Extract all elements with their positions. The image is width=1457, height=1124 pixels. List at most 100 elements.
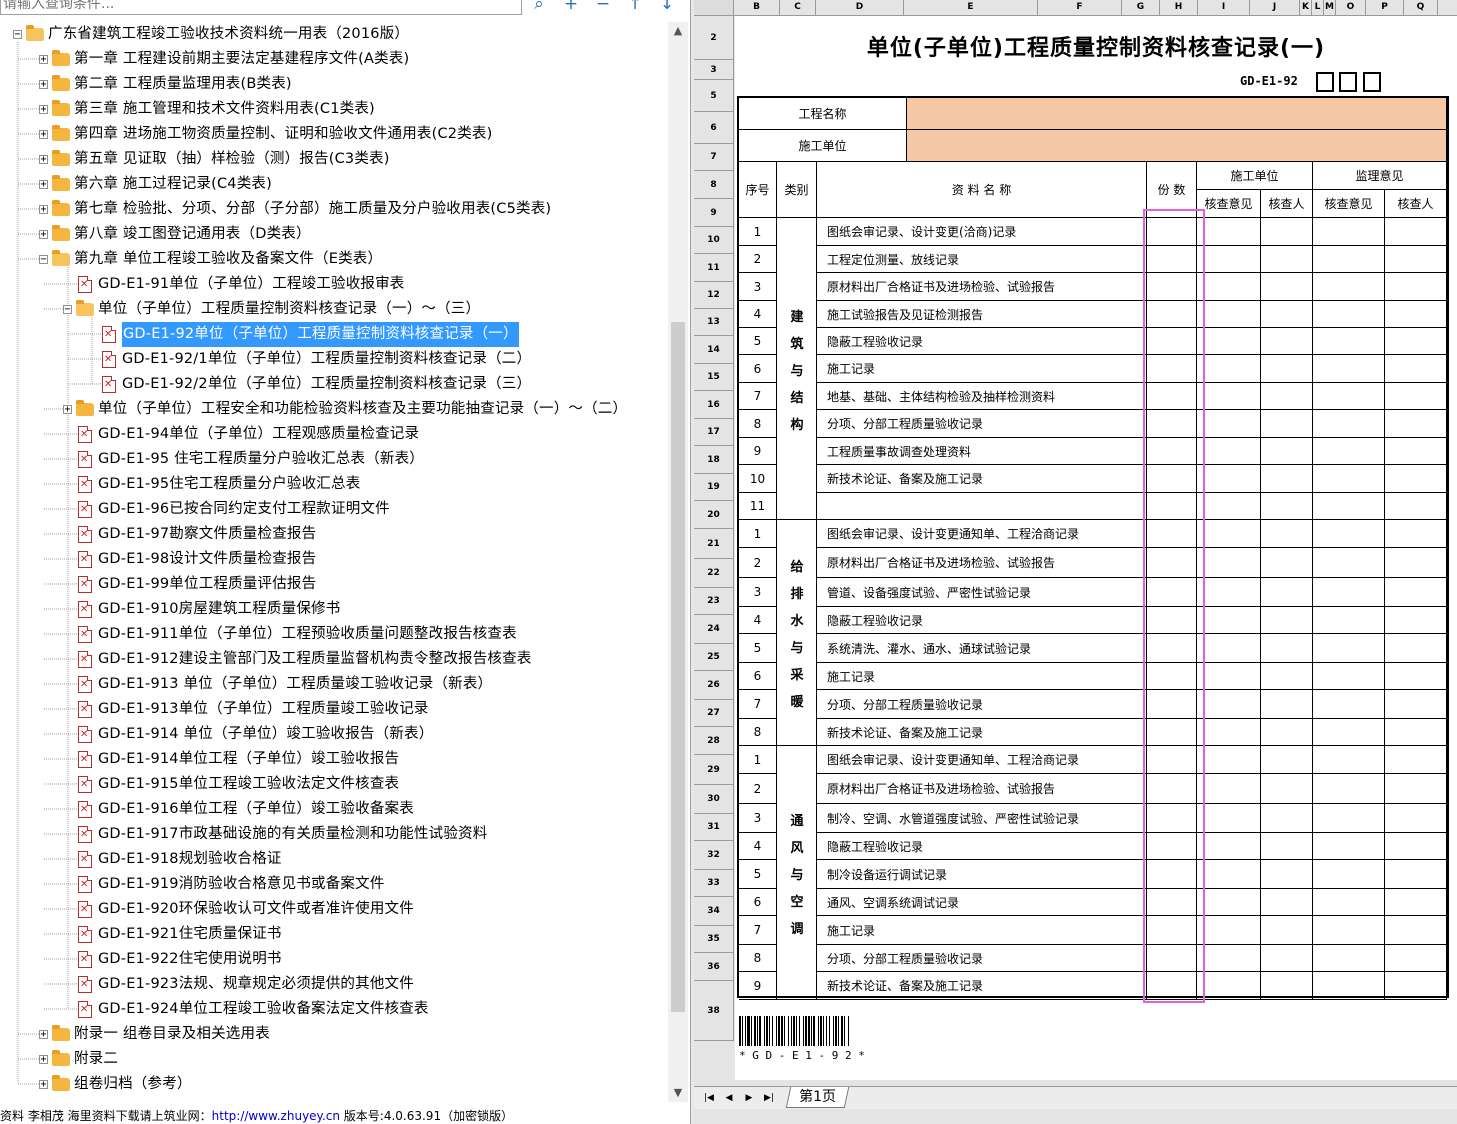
collapse-icon[interactable]: − — [13, 30, 22, 40]
jl-opinion-cell[interactable] — [1313, 746, 1385, 774]
sg-opinion-cell[interactable] — [1197, 218, 1261, 246]
sg-opinion-cell[interactable] — [1197, 634, 1261, 663]
copies-cell[interactable] — [1147, 410, 1197, 438]
sg-opinion-cell[interactable] — [1197, 719, 1261, 746]
scroll-down-arrow-icon[interactable]: ▼ — [668, 1084, 688, 1102]
jl-checker-cell[interactable] — [1385, 273, 1447, 301]
tree-chapter[interactable]: + 第二章 工程质量监理用表(B类表) — [39, 72, 292, 97]
row-header[interactable]: 34 — [694, 897, 734, 926]
tree-file[interactable]: GD-E1-98设计文件质量检查报告 — [78, 547, 316, 572]
tree-file[interactable]: GD-E1-916单位工程（子单位）竣工验收备案表 — [78, 797, 414, 822]
sg-checker-cell[interactable] — [1261, 663, 1313, 690]
copies-cell[interactable] — [1147, 690, 1197, 719]
tree-file[interactable]: GD-E1-919消防验收合格意见书或备案文件 — [78, 872, 385, 897]
tree-file[interactable]: GD-E1-922住宅使用说明书 — [78, 947, 282, 972]
jl-checker-cell[interactable] — [1385, 328, 1447, 355]
select-all-corner[interactable] — [694, 0, 734, 15]
row-header[interactable]: 32 — [694, 841, 734, 870]
tree-file[interactable]: GD-E1-92单位（子单位）工程质量控制资料核查记录（一） — [102, 321, 520, 348]
column-header[interactable]: P — [1366, 0, 1404, 15]
sg-checker-cell[interactable] — [1261, 690, 1313, 719]
row-header[interactable]: 8 — [694, 171, 734, 199]
row-header[interactable]: 3 — [694, 60, 734, 80]
tree-chapter[interactable]: + 第六章 施工过程记录(C4类表) — [39, 172, 272, 197]
row-header[interactable]: 38 — [694, 981, 734, 1041]
row-header[interactable]: 23 — [694, 588, 734, 615]
row-header[interactable]: 14 — [694, 336, 734, 364]
copies-cell[interactable] — [1147, 301, 1197, 328]
tree-file[interactable]: GD-E1-92/2单位（子单位）工程质量控制资料核查记录（三） — [102, 372, 531, 397]
tree-file[interactable]: GD-E1-95 住宅工程质量分户验收汇总表（新表） — [78, 447, 424, 472]
jl-checker-cell[interactable] — [1385, 690, 1447, 719]
row-header[interactable]: 35 — [694, 926, 734, 953]
sg-opinion-cell[interactable] — [1197, 246, 1261, 273]
jl-opinion-cell[interactable] — [1313, 860, 1385, 889]
sg-checker-cell[interactable] — [1261, 218, 1313, 246]
tree-chapter[interactable]: + 第四章 进场施工物资质量控制、证明和验收文件通用表(C2类表) — [39, 122, 492, 147]
jl-opinion-cell[interactable] — [1313, 916, 1385, 945]
sg-opinion-cell[interactable] — [1197, 833, 1261, 860]
sg-checker-cell[interactable] — [1261, 246, 1313, 273]
jl-opinion-cell[interactable] — [1313, 607, 1385, 634]
sg-checker-cell[interactable] — [1261, 438, 1313, 465]
jl-checker-cell[interactable] — [1385, 774, 1447, 804]
row-header[interactable]: 22 — [694, 559, 734, 588]
row-header[interactable]: 15 — [694, 364, 734, 391]
jl-checker-cell[interactable] — [1385, 218, 1447, 246]
row-header[interactable]: 10 — [694, 227, 734, 254]
copies-cell[interactable] — [1147, 607, 1197, 634]
sg-opinion-cell[interactable] — [1197, 493, 1261, 520]
tree-file[interactable]: GD-E1-96已按合同约定支付工程款证明文件 — [78, 497, 390, 522]
jl-checker-cell[interactable] — [1385, 860, 1447, 889]
jl-opinion-cell[interactable] — [1313, 774, 1385, 804]
jl-checker-cell[interactable] — [1385, 746, 1447, 774]
copies-cell[interactable] — [1147, 889, 1197, 916]
row-header[interactable]: 11 — [694, 254, 734, 282]
scrollbar-thumb[interactable] — [671, 322, 685, 1012]
row-header[interactable]: 19 — [694, 474, 734, 501]
tree-file[interactable]: GD-E1-92/1单位（子单位）工程质量控制资料核查记录（二） — [102, 347, 531, 372]
row-header[interactable]: 18 — [694, 446, 734, 474]
tree-file[interactable]: GD-E1-913单位（子单位）工程质量竣工验收记录 — [78, 697, 429, 722]
row-header[interactable]: 6 — [694, 112, 734, 144]
sg-checker-cell[interactable] — [1261, 774, 1313, 804]
arrow-down-icon[interactable]: ↓ — [656, 0, 678, 14]
sg-opinion-cell[interactable] — [1197, 945, 1261, 972]
column-header[interactable]: L — [1312, 0, 1324, 15]
sg-checker-cell[interactable] — [1261, 607, 1313, 634]
column-header[interactable]: O — [1336, 0, 1366, 15]
row-header[interactable]: 16 — [694, 391, 734, 419]
row-header[interactable]: 21 — [694, 529, 734, 559]
search-input[interactable] — [1, 0, 505, 11]
jl-checker-cell[interactable] — [1385, 246, 1447, 273]
jl-opinion-cell[interactable] — [1313, 218, 1385, 246]
sg-opinion-cell[interactable] — [1197, 774, 1261, 804]
jl-opinion-cell[interactable] — [1313, 663, 1385, 690]
tree-file[interactable]: GD-E1-915单位工程竣工验收法定文件核查表 — [78, 772, 399, 797]
sg-opinion-cell[interactable] — [1197, 972, 1261, 1000]
arrow-up-icon[interactable]: ↑ — [624, 0, 646, 14]
row-header[interactable]: 9 — [694, 199, 734, 227]
sg-checker-cell[interactable] — [1261, 945, 1313, 972]
jl-checker-cell[interactable] — [1385, 438, 1447, 465]
copies-cell[interactable] — [1147, 383, 1197, 410]
copies-cell[interactable] — [1147, 804, 1197, 833]
row-header[interactable]: 12 — [694, 282, 734, 309]
sg-checker-cell[interactable] — [1261, 520, 1313, 548]
tree-chapter[interactable]: + 第七章 检验批、分项、分部（子分部）施工质量及分户验收用表(C5类表) — [39, 197, 551, 222]
column-header[interactable]: K — [1300, 0, 1312, 15]
jl-opinion-cell[interactable] — [1313, 690, 1385, 719]
search-icon[interactable]: ⌕ — [528, 0, 550, 14]
sg-checker-cell[interactable] — [1261, 578, 1313, 607]
sg-checker-cell[interactable] — [1261, 548, 1313, 578]
jl-opinion-cell[interactable] — [1313, 520, 1385, 548]
sg-checker-cell[interactable] — [1261, 634, 1313, 663]
jl-checker-cell[interactable] — [1385, 301, 1447, 328]
doc-number-box[interactable] — [1363, 72, 1381, 92]
expand-icon[interactable]: + — [63, 405, 72, 415]
tree-file[interactable]: GD-E1-91单位（子单位）工程竣工验收报审表 — [78, 272, 405, 297]
jl-checker-cell[interactable] — [1385, 833, 1447, 860]
collapse-icon[interactable]: − — [63, 305, 72, 315]
jl-checker-cell[interactable] — [1385, 972, 1447, 1000]
tree-file[interactable]: GD-E1-95住宅工程质量分户验收汇总表 — [78, 472, 360, 497]
